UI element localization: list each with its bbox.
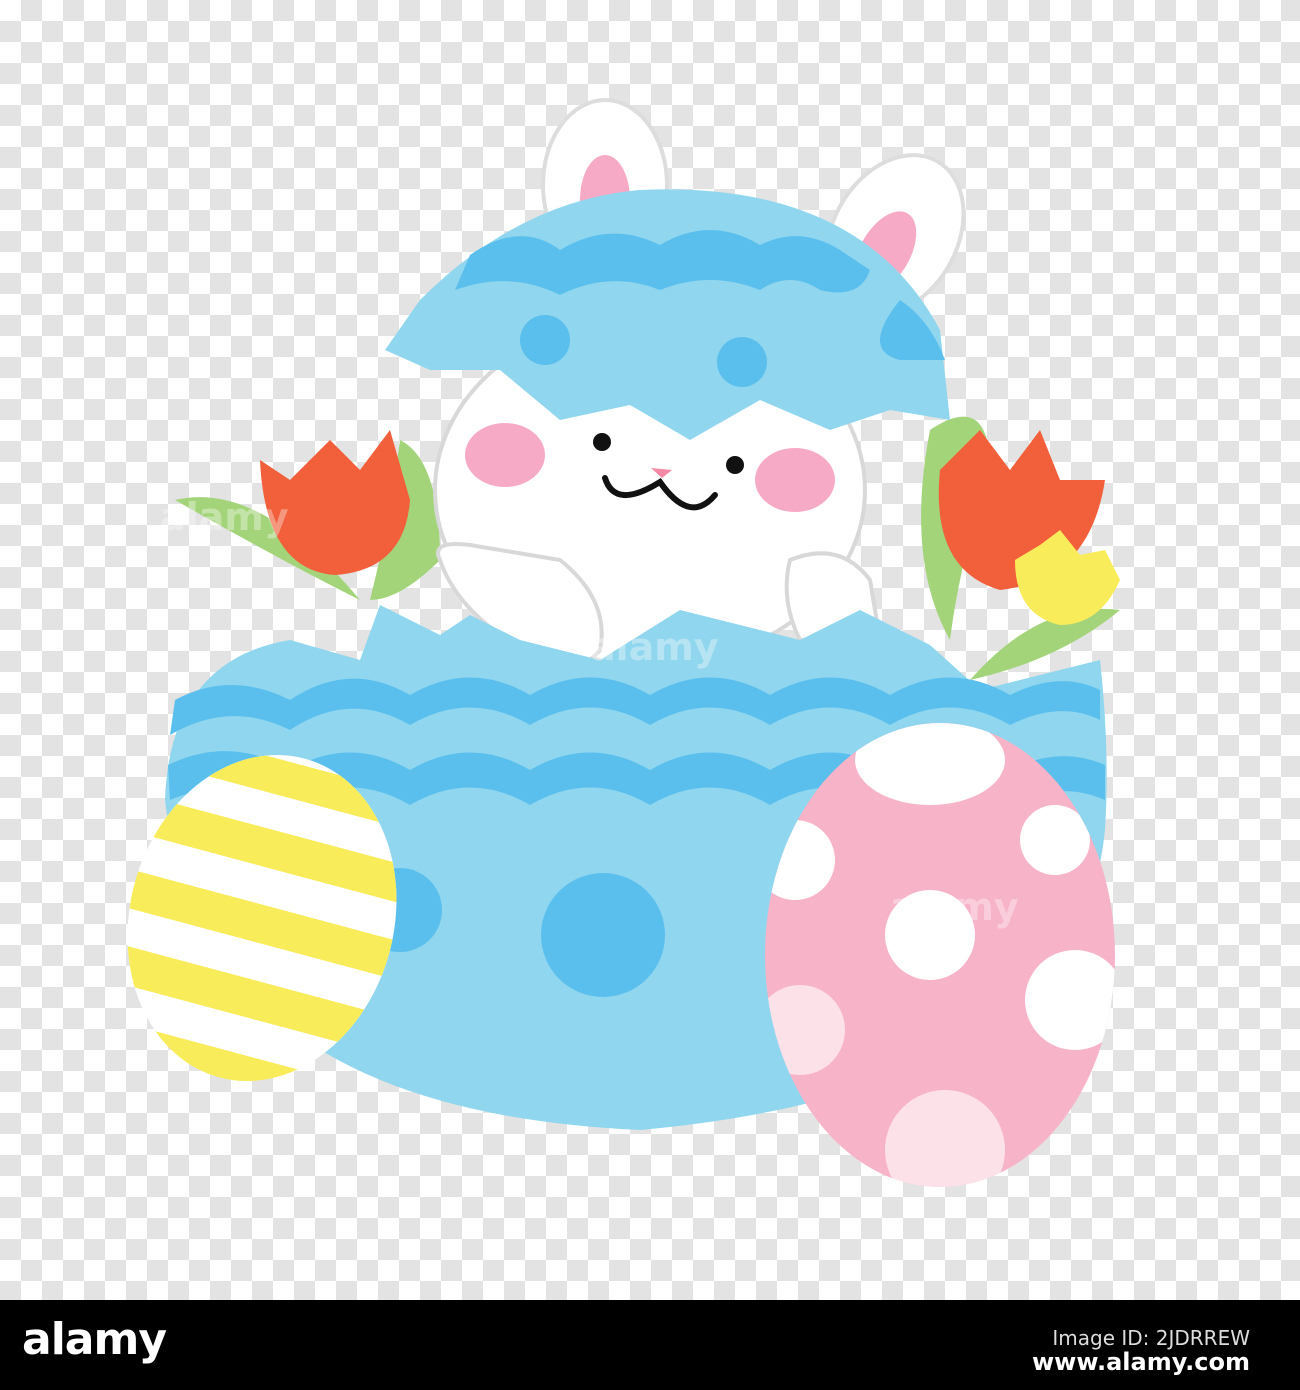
alamy-logo: alamy xyxy=(22,1314,167,1365)
illustration-canvas: alamy alamy alamy xyxy=(0,0,1300,1300)
tulip-right xyxy=(921,416,1120,680)
image-id: Image ID: 2JDRREW xyxy=(1052,1326,1250,1350)
cheek-right xyxy=(755,448,835,512)
svg-text:alamy: alamy xyxy=(590,625,719,669)
website-link[interactable]: www.alamy.com xyxy=(1032,1348,1250,1376)
eye-right xyxy=(726,456,744,474)
svg-text:alamy: alamy xyxy=(160,495,289,539)
easter-bunny-illustration: alamy alamy alamy xyxy=(91,98,1120,1187)
footer-bar: alamy Image ID: 2JDRREW www.alamy.com xyxy=(0,1300,1300,1390)
svg-text:alamy: alamy xyxy=(890,885,1019,929)
eye-left xyxy=(593,433,611,451)
cheek-left xyxy=(465,423,545,487)
